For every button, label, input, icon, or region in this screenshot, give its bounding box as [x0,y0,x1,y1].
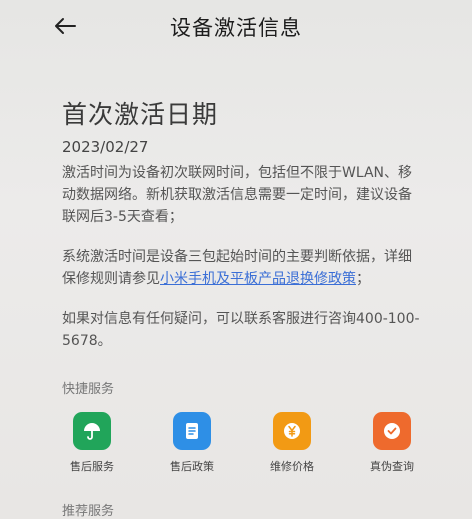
document-icon [173,412,211,450]
activation-date: 2023/02/27 [62,138,149,156]
activation-heading: 首次激活日期 [62,100,219,129]
yen-coin-icon [273,412,311,450]
after-sales-service-button[interactable]: 售后服务 [62,412,122,474]
authenticity-check-button[interactable]: 真伪查询 [362,412,422,474]
warranty-note-end: ； [356,271,370,287]
after-sales-policy-label: 售后政策 [170,460,214,473]
authenticity-check-label: 真伪查询 [370,460,414,473]
repair-price-button[interactable]: 维修价格 [262,412,322,474]
contact-note: 如果对信息有任何疑问，可以联系客服进行咨询400-100-5678。 [62,311,420,349]
page-title: 设备激活信息 [170,16,302,40]
activation-note: 激活时间为设备初次联网时间，包括但不限于WLAN、移动数据网络。新机获取激活信息… [62,165,413,225]
quick-services-label: 快捷服务 [62,382,115,397]
umbrella-icon [73,412,111,450]
activation-info: 首次激活日期 2023/02/27 激活时间为设备初次联网时间，包括但不限于WL… [62,98,422,352]
return-policy-link[interactable]: 小米手机及平板产品退换修政策 [160,271,356,287]
verify-badge-icon [373,412,411,450]
warranty-note: 系统激活时间是设备三包起始时间的主要判断依据，详细保修规则请参见小米手机及平板产… [62,246,422,290]
top-bar: 设备激活信息 [0,0,472,56]
recommended-services-label: 推荐服务 [62,504,115,519]
quick-services: 售后服务 售后政策 维修价格 真伪查询 [62,412,422,482]
after-sales-service-label: 售后服务 [70,460,114,473]
repair-price-label: 维修价格 [270,460,314,473]
device-activation-screen: 设备激活信息 首次激活日期 2023/02/27 激活时间为设备初次联网时间，包… [0,0,472,519]
after-sales-policy-button[interactable]: 售后政策 [162,412,222,474]
